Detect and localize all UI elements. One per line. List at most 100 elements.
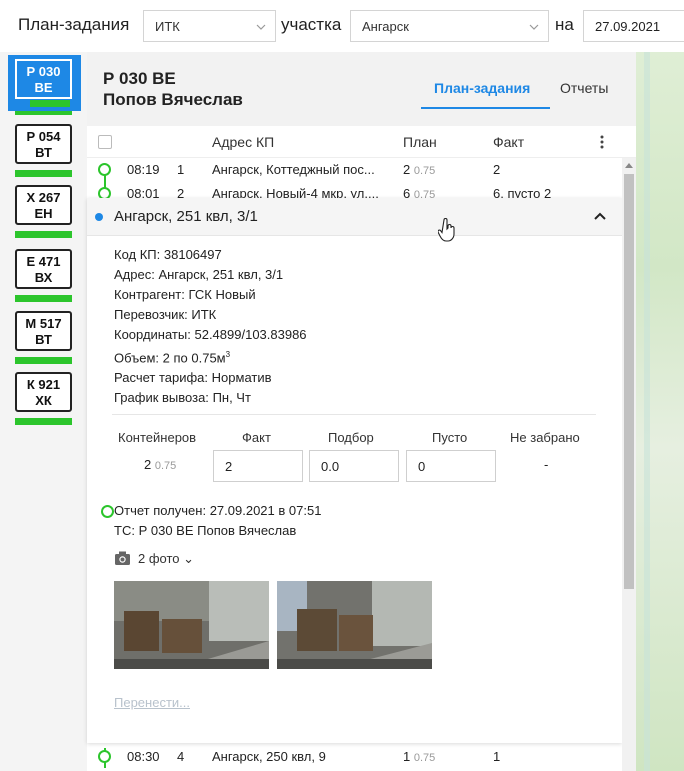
map[interactable] [636,52,684,771]
vehicle-item[interactable]: М 517 ВТ [15,311,72,364]
report-photo[interactable] [114,581,269,669]
license-plate: Х 267 ЕН [15,185,72,225]
row-plan: 2 0.75 [403,162,435,177]
on-label: на [555,15,574,34]
row-fact: 2 [493,162,501,177]
status-bar [15,170,72,177]
vehicle-item[interactable]: Х 267 ЕН [15,185,72,238]
status-bar [15,357,72,364]
active-license-plate[interactable]: Р 030 ВЕ [15,59,72,99]
info-value: ИТК [191,307,217,322]
plate-line2: ВХ [34,270,53,285]
vehicle-item[interactable]: Р 054 ВТ [15,124,72,177]
info-carrier: Перевозчик: ИТК [114,305,307,325]
route-panel: Р 030 ВЕ Попов Вячеслав План-задания Отч… [87,52,636,771]
fact-input[interactable]: 2 [213,450,303,482]
panel-header: Р 030 ВЕ Попов Вячеслав План-задания Отч… [87,52,636,124]
map-river [644,52,650,771]
info-value: 38106497 [163,247,222,262]
transfer-link[interactable]: Перенести... [114,695,190,710]
org-select[interactable]: ИТК [143,10,276,42]
vehicle-item[interactable]: Е 471 ВХ [15,249,72,302]
vehicle-item[interactable]: К 921 ХК [15,372,72,425]
select-all-checkbox[interactable] [98,135,112,149]
org-select-value: ИТК [155,19,180,34]
chevron-down-icon [529,24,539,30]
info-value: Норматив [211,370,272,386]
info-kp-code: Код КП: 38106497 [114,245,307,265]
info-value: Пн, Чт [212,390,251,406]
stat-header-empty: Пусто [432,430,468,445]
vehicle-plate-title: Р 030 ВЕ [103,69,176,88]
route-table: Адрес КП План Факт 08:19 1 Ангарск, Котт… [87,126,636,771]
containers-value: 2 0.75 [144,457,176,472]
route-point-detail-card: Ангарск, 251 квл, 3/1 Код КП: 38106497 А… [87,198,622,743]
plan-volume: 0.75 [413,752,436,764]
plate-line2: ВЕ [34,80,53,95]
hand-cursor-icon [438,218,455,242]
date-input[interactable]: 27.09.2021 [583,10,684,42]
info-label: Перевозчик: [114,307,188,322]
empty-input[interactable]: 0 [406,450,496,482]
col-address: Адрес КП [212,134,275,150]
plate-line1: Е 471 [26,254,61,269]
active-status-bar [30,100,70,107]
containers-volume: 0.75 [154,460,177,472]
plate-line1: Р 054 [26,129,61,144]
row-plan: 1 0.75 [403,749,435,764]
stat-header-fact: Факт [242,430,271,445]
license-plate: К 921 ХК [15,372,72,412]
info-label: Адрес: [114,267,155,282]
scrollbar-thumb[interactable] [624,174,634,589]
scrollbar[interactable] [622,158,636,771]
vehicle-list: Р 030 ВЕ Р 054 ВТ Х 267 ЕН Е 471 ВХ М 51… [0,52,87,771]
ts-label: ТС: [114,523,135,538]
report-photo[interactable] [277,581,432,669]
chevron-down-icon [256,24,266,30]
plate-line2: ВТ [35,332,52,347]
tab-underline [421,107,550,109]
more-vertical-icon[interactable] [595,134,609,150]
plate-line2: ЕН [34,206,53,221]
report-status-dot-icon [101,505,114,518]
license-plate: Е 471 ВХ [15,249,72,289]
license-plate: Р 054 ВТ [15,124,72,164]
card-title: Ангарск, 251 квл, 3/1 [114,208,258,225]
row-time: 08:19 [127,162,160,177]
info-tariff: Расчет тарифа: Норматив [114,368,307,388]
table-row[interactable]: 08:30 4 Ангарск, 250 квл, 9 1 0.75 1 [87,745,622,769]
info-label: Код КП: [114,247,161,262]
photos-label: 2 фото [138,551,180,566]
area-select[interactable]: Ангарск [350,10,549,42]
plate-line1: Х 267 [26,190,61,205]
card-header[interactable]: Ангарск, 251 квл, 3/1 [87,198,622,242]
plate-line1: К 921 [26,377,61,392]
containers-count: 2 [144,457,152,472]
area-label: участка [281,15,342,34]
report-received: Отчет получен: 27.09.2021 в 07:51 [114,503,321,518]
row-time: 08:30 [127,749,160,764]
plan-volume: 0.75 [413,165,436,177]
camera-icon [115,551,130,565]
tab-plan[interactable]: План-задания [434,80,530,96]
pickup-input[interactable]: 0.0 [309,450,399,482]
scroll-up-arrow-icon[interactable] [625,162,633,168]
info-label: Координаты: [114,327,191,342]
ts-value: Р 030 ВЕ Попов Вячеслав [138,523,297,538]
info-value: ГСК Новый [188,287,256,302]
chevron-up-icon[interactable] [593,210,607,224]
tab-reports[interactable]: Отчеты [560,80,608,96]
plan-count: 1 [403,749,411,764]
stat-header-pickup: Подбор [328,430,374,445]
area-select-value: Ангарск [362,19,409,34]
row-fact: 1 [493,749,501,764]
table-row[interactable]: 08:19 1 Ангарск, Коттеджный пос... 2 0.7… [87,158,622,182]
not-taken-value: - [544,457,549,472]
table-header: Адрес КП План Факт [87,126,636,158]
col-fact: Факт [493,134,525,150]
stat-header-containers: Контейнеров [118,430,197,445]
volume-unit-sup: 3 [225,350,231,359]
status-dot-icon [98,750,111,763]
info-schedule: График вывоза: Пн, Чт [114,388,307,408]
status-dot-icon [98,163,111,176]
